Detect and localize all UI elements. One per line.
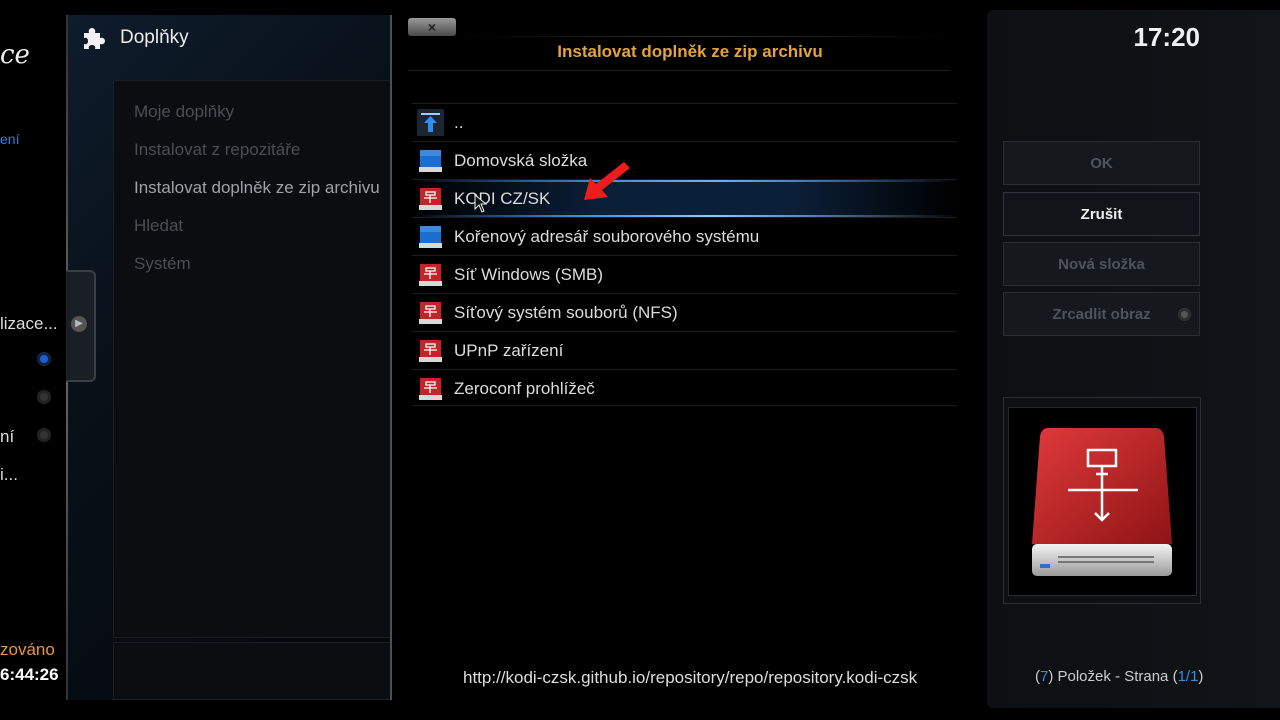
items-info-text: ) [1198,668,1204,685]
list-divider [412,405,957,406]
mirror-image-toggle[interactable]: Zrcadlit obraz [1003,292,1200,336]
background-item-text: i... [0,465,18,484]
addons-title: Doplňky [120,27,189,48]
file-item-nfs[interactable]: Síťový systém souborů (NFS) [412,293,957,331]
file-item-label: KODI CZ/SK [454,189,551,208]
file-item-smb[interactable]: Síť Windows (SMB) [412,255,957,293]
background-logo-fragment: ce [0,40,30,70]
addons-header: Doplňky [80,24,189,52]
file-item-label: UPnP zařízení [454,341,564,360]
page-number: 1/1 [1177,668,1199,685]
background-radio-on [37,352,51,366]
file-item-parent[interactable]: .. [412,103,957,141]
file-item-label: Kořenový adresář souborového systému [454,227,760,246]
clock: 17:20 [1133,22,1201,52]
cancel-button[interactable]: Zrušit [1003,192,1200,236]
file-item-label: Síťový systém souborů (NFS) [454,303,678,322]
root-drive-icon [419,226,442,248]
background-blue-text-fragment: ení [0,131,20,147]
menu-item-install-from-repo[interactable]: Instalovat z repozitáře [134,140,300,160]
background-status-fragment: zováno [0,640,55,659]
menu-item-install-from-zip[interactable]: Instalovat doplněk ze zip archivu [134,178,380,198]
title-divider [408,70,950,71]
items-info-text: ) Položek - Strana ( [1048,668,1178,685]
file-item-kodi-czsk[interactable]: KODI CZ/SK [412,179,957,218]
menu-item-system[interactable]: Systém [134,254,191,274]
red-arrow-annotation-icon [584,162,630,200]
chevron-right-icon[interactable]: ▶ [71,316,87,332]
menu-item-my-addons[interactable]: Moje doplňky [134,102,234,122]
menu-item-search[interactable]: Hledat [134,216,183,236]
network-drive-icon [419,188,442,210]
current-path-text: http://kodi-czsk.github.io/repository/re… [463,668,918,687]
file-item-zeroconf[interactable]: Zeroconf prohlížeč [412,369,957,407]
background-time-fragment: 6:44:26 [0,665,59,684]
home-drive-icon [419,150,442,172]
background-radio-off [37,390,51,404]
file-item-label: Zeroconf prohlížeč [454,379,595,398]
dialog-title: Instalovat doplněk ze zip archivu [557,42,823,61]
file-item-home[interactable]: Domovská složka [412,141,957,179]
background-item-text: ní [0,427,15,446]
addons-menu [113,80,391,638]
file-item-label: Domovská složka [454,151,588,170]
background-item-text: lizace... [0,314,58,333]
file-item-label: Síť Windows (SMB) [454,265,604,284]
new-folder-button[interactable]: Nová složka [1003,242,1200,286]
file-item-root[interactable]: Kořenový adresář souborového systému [412,217,957,255]
title-divider [460,36,950,37]
network-drive-icon [1032,428,1172,576]
network-drive-icon [419,340,442,362]
network-drive-icon [419,264,442,286]
puzzle-icon [84,28,105,49]
folder-up-icon [417,109,444,136]
network-drive-icon [419,302,442,324]
close-button[interactable]: × [408,18,456,36]
ok-button[interactable]: OK [1003,141,1200,185]
background-settings-panel: ce ení lizace... ní i... zováno 6:44:26 [0,0,66,720]
file-item-label: .. [454,113,464,132]
background-radio-off [37,428,51,442]
network-drive-icon [419,378,442,400]
items-page-info: (7) Položek - Strana (1/1) [1035,668,1203,685]
addons-info-box [113,642,391,700]
mirror-radio-indicator [1178,308,1191,321]
mouse-cursor-icon [474,194,488,213]
file-item-upnp[interactable]: UPnP zařízení [412,331,957,369]
